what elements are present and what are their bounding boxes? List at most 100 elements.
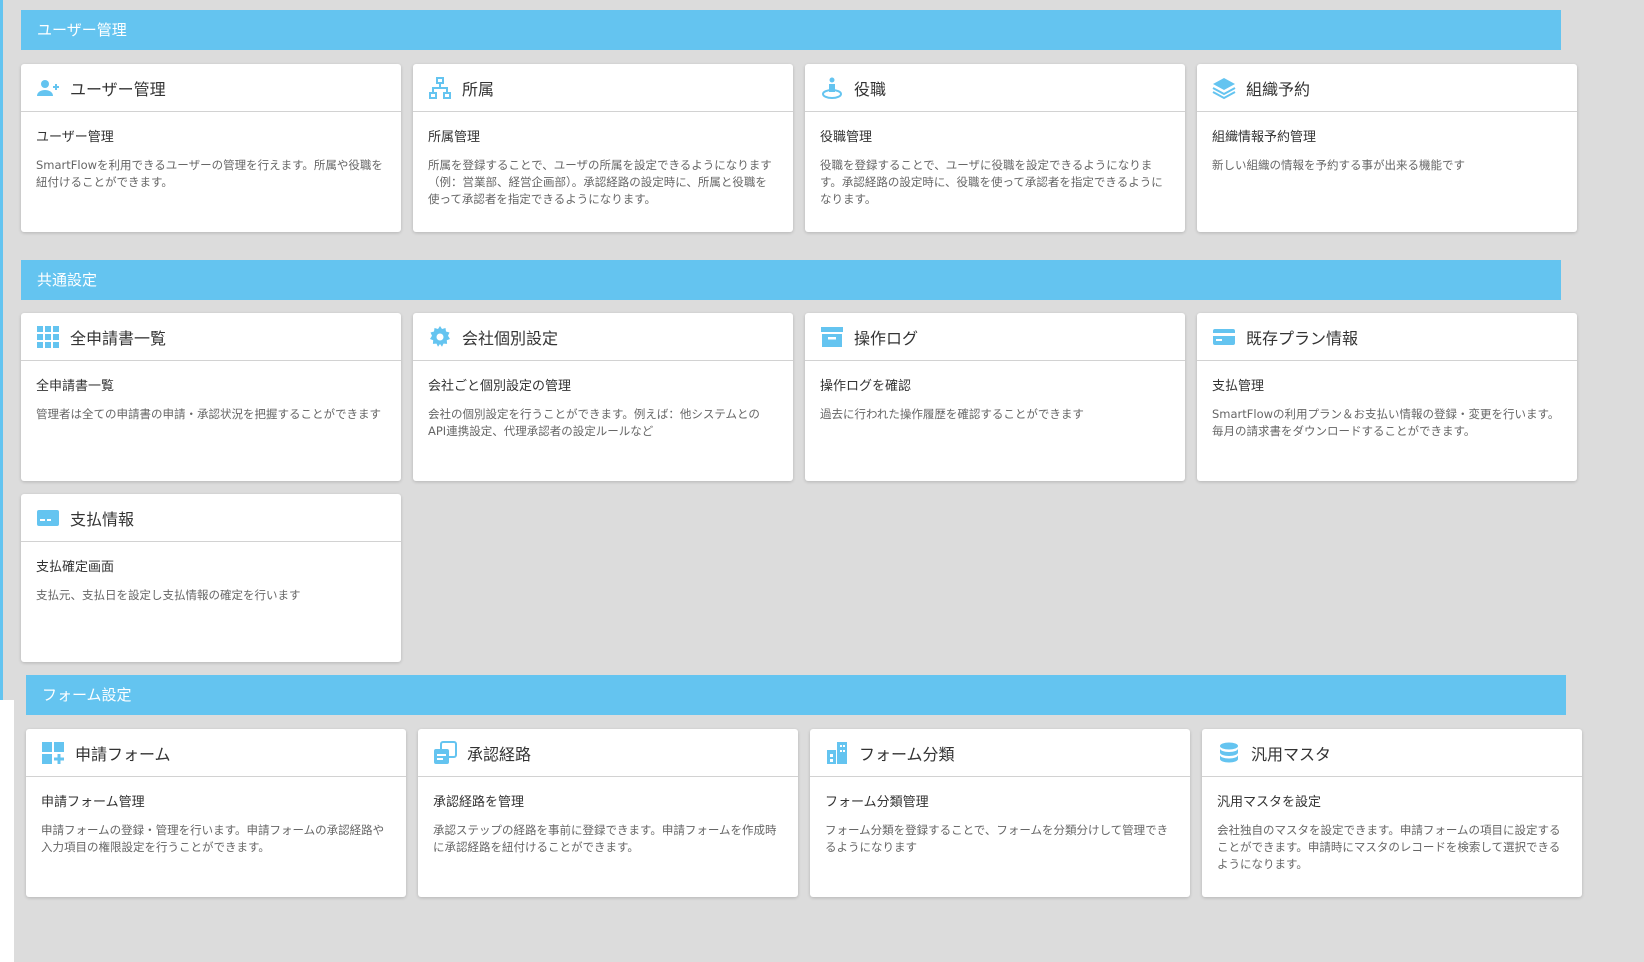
card-description: SmartFlowを利用できるユーザーの管理を行えます。所属や役職を紐付けること… (36, 158, 383, 189)
card-description: 過去に行われた操作履歴を確認することができます (820, 407, 1084, 421)
card-body: フォーム分類管理 フォーム分類を登録することで、フォームを分類分けして管理できる… (810, 777, 1190, 856)
card-body: 役職管理 役職を登録することで、ユーザに役職を設定できるようになります。承認経路… (805, 112, 1185, 208)
section-header: 共通設定 (21, 260, 1561, 300)
card-header[interactable]: 組織予約 (1197, 64, 1577, 112)
card-header[interactable]: 全申請書一覧 (21, 313, 401, 361)
card-position[interactable]: 役職 役職管理 役職を登録することで、ユーザに役職を設定できるようになります。承… (805, 64, 1185, 232)
section-user-management: ユーザー管理 ユーザー管理 ユーザー管理 SmartFlowを利用できるユーザー… (21, 10, 1577, 232)
card-description: 申請フォームの登録・管理を行います。申請フォームの承認経路や入力項目の権限設定を… (41, 823, 385, 854)
org-chart-icon (428, 76, 452, 100)
card-body: 会社ごと個別設定の管理 会社の個別設定を行うことができます。例えば：他システムと… (413, 361, 793, 440)
card-header[interactable]: 操作ログ (805, 313, 1185, 361)
card-header[interactable]: 汎用マスタ (1202, 729, 1582, 777)
card-application-form[interactable]: 申請フォーム 申請フォーム管理 申請フォームの登録・管理を行います。申請フォーム… (26, 729, 406, 897)
card-company-settings[interactable]: 会社個別設定 会社ごと個別設定の管理 会社の個別設定を行うことができます。例えば… (413, 313, 793, 481)
card-subtitle: 会社ごと個別設定の管理 (428, 379, 572, 394)
card-description: 役職を登録することで、ユーザに役職を設定できるようになります。承認経路の設定時に… (820, 158, 1163, 206)
card-body: 承認経路を管理 承認ステップの経路を事前に登録できます。申請フォームを作成時に承… (418, 777, 798, 856)
card-description: 承認ステップの経路を事前に登録できます。申請フォームを作成時に承認経路を紐付ける… (433, 823, 777, 854)
card-operation-log[interactable]: 操作ログ 操作ログを確認 過去に行われた操作履歴を確認することができます (805, 313, 1185, 481)
card-title: 操作ログ (854, 328, 919, 348)
card-subtitle: 承認経路を管理 (433, 795, 525, 810)
card-general-master[interactable]: 汎用マスタ 汎用マスタを設定 会社独自のマスタを設定できます。申請フォームの項目… (1202, 729, 1582, 897)
card-description: SmartFlowの利用プラン＆お支払い情報の登録・変更を行います。毎月の請求書… (1212, 407, 1560, 438)
route-icon (433, 740, 457, 765)
card-description: フォーム分類を登録することで、フォームを分類分けして管理できるようになります (825, 823, 1169, 854)
card-subtitle: 汎用マスタを設定 (1217, 795, 1322, 810)
card-header[interactable]: 承認経路 (418, 729, 798, 777)
card-description: 支払元、支払日を設定し支払情報の確定を行います (36, 588, 301, 602)
card-title: ユーザー管理 (70, 79, 166, 99)
card-header[interactable]: ユーザー管理 (21, 64, 401, 112)
credit-card-icon (1212, 325, 1236, 349)
card-title: 支払情報 (70, 509, 135, 529)
card-subtitle: フォーム分類管理 (825, 795, 929, 810)
card-title: 役職 (854, 79, 887, 99)
card-subtitle: 支払確定画面 (36, 560, 115, 575)
card-header[interactable]: フォーム分類 (810, 729, 1190, 777)
database-icon (1217, 741, 1241, 765)
card-form-category[interactable]: フォーム分類 フォーム分類管理 フォーム分類を登録することで、フォームを分類分け… (810, 729, 1190, 897)
card-payment-info[interactable]: 支払情報 支払確定画面 支払元、支払日を設定し支払情報の確定を行います (21, 494, 401, 662)
card-grid: ユーザー管理 ユーザー管理 SmartFlowを利用できるユーザーの管理を行えま… (21, 50, 1577, 232)
card-body: 支払確定画面 支払元、支払日を設定し支払情報の確定を行います (21, 542, 401, 604)
archive-icon (820, 325, 844, 349)
layers-icon (1212, 76, 1236, 100)
card-body: 全申請書一覧 管理者は全ての申請書の申請・承認状況を把握することができます (21, 361, 401, 423)
card-body: 操作ログを確認 過去に行われた操作履歴を確認することができます (805, 361, 1185, 423)
card-subtitle: 操作ログを確認 (820, 379, 912, 394)
card-title: 既存プラン情報 (1246, 328, 1359, 348)
card-existing-plan[interactable]: 既存プラン情報 支払管理 SmartFlowの利用プラン＆お支払い情報の登録・変… (1197, 313, 1577, 481)
card-body: 支払管理 SmartFlowの利用プラン＆お支払い情報の登録・変更を行います。毎… (1197, 361, 1577, 440)
card-title: 所属 (462, 79, 495, 99)
card-subtitle: 役職管理 (820, 130, 873, 145)
card-description: 新しい組織の情報を予約する事が出来る機能です (1212, 158, 1465, 172)
card-title: 会社個別設定 (462, 328, 559, 348)
section-header: ユーザー管理 (21, 10, 1561, 50)
card-title: 申請フォーム (75, 744, 171, 764)
card-subtitle: 所属管理 (428, 130, 481, 145)
card-body: 組織情報予約管理 新しい組織の情報を予約する事が出来る機能です (1197, 112, 1577, 174)
grid-apps-icon (36, 325, 60, 349)
card-description: 会社独自のマスタを設定できます。申請フォームの項目に設定することができます。申請… (1217, 823, 1561, 871)
card-affiliation[interactable]: 所属 所属管理 所属を登録することで、ユーザの所属を設定できるようになります（例… (413, 64, 793, 232)
card-grid: 申請フォーム 申請フォーム管理 申請フォームの登録・管理を行います。申請フォーム… (26, 715, 1582, 897)
card-header[interactable]: 所属 (413, 64, 793, 112)
card-title: 全申請書一覧 (70, 328, 167, 348)
card-body: ユーザー管理 SmartFlowを利用できるユーザーの管理を行えます。所属や役職… (21, 112, 401, 191)
card-org-reservation[interactable]: 組織予約 組織情報予約管理 新しい組織の情報を予約する事が出来る機能です (1197, 64, 1577, 232)
payment-card-icon (36, 506, 60, 530)
section-form-settings: フォーム設定 申請フォーム 申請フォーム管理 申請フォームの登録・管理を行います… (26, 675, 1582, 897)
card-title: 汎用マスタ (1251, 744, 1332, 764)
card-title: フォーム分類 (859, 744, 955, 764)
gear-icon (428, 325, 452, 349)
position-icon (820, 76, 844, 100)
card-header[interactable]: 申請フォーム (26, 729, 406, 777)
card-subtitle: 全申請書一覧 (36, 379, 115, 394)
card-approval-route[interactable]: 承認経路 承認経路を管理 承認ステップの経路を事前に登録できます。申請フォームを… (418, 729, 798, 897)
card-subtitle: 組織情報予約管理 (1212, 130, 1317, 145)
card-title: 承認経路 (467, 744, 532, 764)
card-body: 申請フォーム管理 申請フォームの登録・管理を行います。申請フォームの承認経路や入… (26, 777, 406, 856)
card-description: 管理者は全ての申請書の申請・承認状況を把握することができます (36, 407, 381, 421)
card-grid: 全申請書一覧 全申請書一覧 管理者は全ての申請書の申請・承認状況を把握することが… (21, 300, 1577, 662)
building-icon (825, 741, 849, 765)
card-subtitle: 支払管理 (1212, 379, 1265, 394)
card-title: 組織予約 (1246, 79, 1311, 99)
card-description: 所属を登録することで、ユーザの所属を設定できるようになります（例：営業部、経営企… (428, 158, 772, 206)
add-form-icon (41, 741, 65, 765)
card-user-management[interactable]: ユーザー管理 ユーザー管理 SmartFlowを利用できるユーザーの管理を行えま… (21, 64, 401, 232)
card-header[interactable]: 役職 (805, 64, 1185, 112)
card-subtitle: ユーザー管理 (36, 130, 114, 145)
card-description: 会社の個別設定を行うことができます。例えば：他システムとのAPI連携設定、代理承… (428, 407, 760, 438)
left-accent-rule (0, 0, 3, 700)
card-all-applications[interactable]: 全申請書一覧 全申請書一覧 管理者は全ての申請書の申請・承認状況を把握することが… (21, 313, 401, 481)
card-subtitle: 申請フォーム管理 (41, 795, 145, 810)
card-body: 所属管理 所属を登録することで、ユーザの所属を設定できるようになります（例：営業… (413, 112, 793, 208)
add-user-icon (36, 76, 60, 100)
section-header: フォーム設定 (26, 675, 1566, 715)
card-header[interactable]: 既存プラン情報 (1197, 313, 1577, 361)
card-header[interactable]: 支払情報 (21, 494, 401, 542)
card-body: 汎用マスタを設定 会社独自のマスタを設定できます。申請フォームの項目に設定するこ… (1202, 777, 1582, 873)
card-header[interactable]: 会社個別設定 (413, 313, 793, 361)
